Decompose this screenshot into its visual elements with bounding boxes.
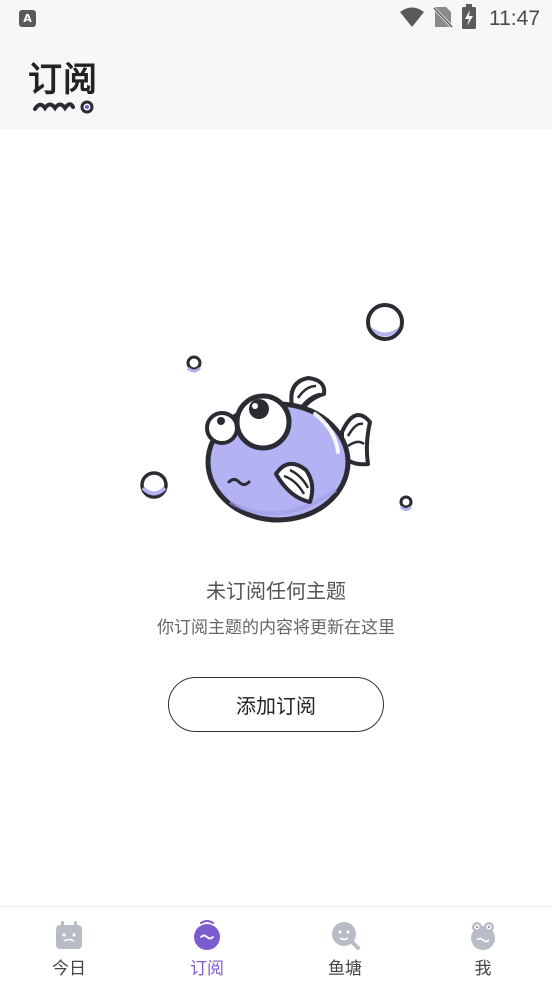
- add-subscription-button[interactable]: 添加订阅: [168, 677, 384, 732]
- empty-state-title: 未订阅任何主题: [206, 579, 346, 603]
- page-title: 订阅: [28, 60, 98, 100]
- status-time: 11:47: [489, 7, 540, 30]
- battery-charging-icon: [461, 4, 477, 34]
- bubble-icon: [186, 355, 202, 373]
- nav-label-today: 今日: [52, 959, 86, 979]
- wave-bubble-icon: [33, 100, 94, 114]
- status-icons: 11:47: [399, 4, 540, 34]
- nav-item-fishpond[interactable]: 鱼塘: [276, 907, 414, 981]
- profile-frog-icon: [471, 922, 495, 950]
- no-sim-icon: [432, 5, 454, 33]
- main-content: 未订阅任何主题 你订阅主题的内容将更新在这里 添加订阅: [0, 129, 552, 906]
- header: 订阅: [0, 40, 552, 129]
- wifi-icon: [399, 6, 425, 32]
- nav-item-me[interactable]: 我: [414, 907, 552, 981]
- bubble-icon: [366, 303, 404, 341]
- nav-label-subscribe: 订阅: [190, 959, 224, 979]
- subscribe-face-icon: [194, 920, 220, 950]
- fishpond-search-icon: [332, 922, 360, 950]
- nav-label-me: 我: [474, 959, 492, 979]
- nav-item-today[interactable]: 今日: [0, 907, 138, 981]
- nav-item-subscribe[interactable]: 订阅: [138, 907, 276, 981]
- bottom-nav: 今日 订阅 鱼塘 我: [0, 906, 552, 981]
- empty-state-subtitle: 你订阅主题的内容将更新在这里: [157, 618, 395, 638]
- fish-illustration: [140, 303, 413, 523]
- nav-label-fishpond: 鱼塘: [328, 959, 362, 979]
- bubble-icon: [399, 495, 413, 511]
- bubble-icon: [140, 471, 168, 499]
- app-notification-icon: A: [19, 10, 36, 27]
- calendar-face-icon: [56, 921, 82, 949]
- status-bar: A 11:47: [0, 0, 552, 40]
